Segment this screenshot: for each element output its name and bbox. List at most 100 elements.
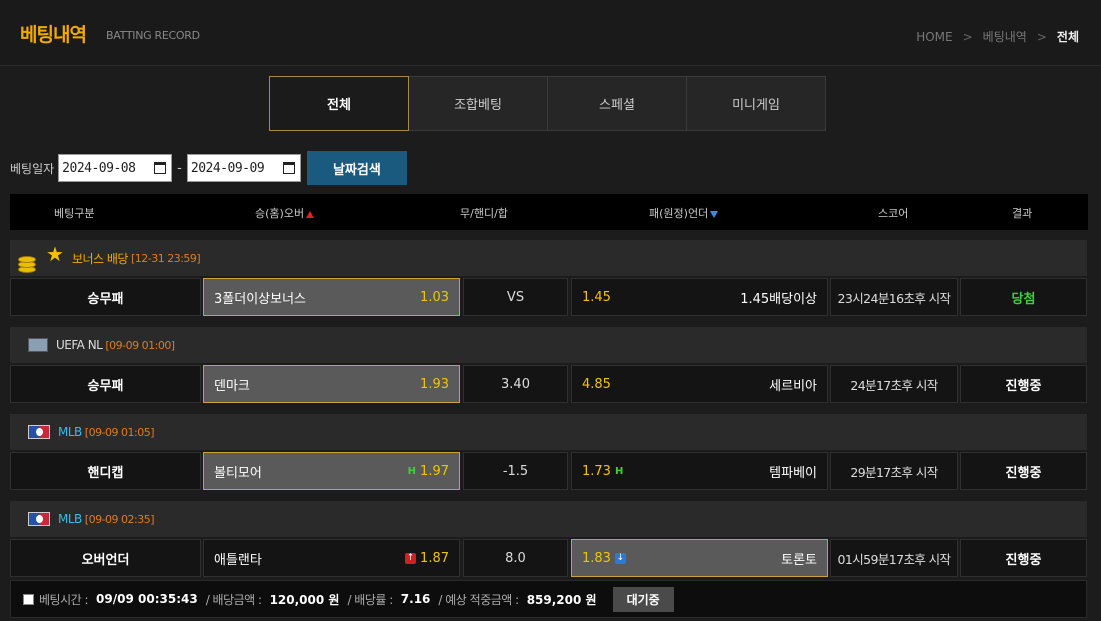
league-date: [09-09 01:05] xyxy=(84,425,155,439)
away-odds: 1.73 xyxy=(582,463,611,479)
breadcrumb: HOME > 베팅내역 > 전체 xyxy=(916,28,1079,45)
away-pick: 1.45 1.45배당이상 xyxy=(571,278,828,316)
bet-type: 오버언더 xyxy=(10,539,201,577)
star-icon: ★ xyxy=(46,242,64,266)
draw-value: -1.5 xyxy=(463,452,568,490)
result-badge: 당첨 xyxy=(960,278,1087,316)
bet-time: 09/09 00:35:43 xyxy=(96,592,198,606)
away-odds: 4.85 xyxy=(582,376,611,392)
draw-value: VS xyxy=(463,278,568,316)
calendar-icon[interactable] xyxy=(282,162,295,174)
bet-type: 핸디캡 xyxy=(10,452,201,490)
table-header: 베팅구분 승(홈)오버 무/핸디/합 패(원정)언더 스코어 결과 xyxy=(10,194,1088,230)
away-odds: 1.45 xyxy=(582,289,611,305)
date-from-input[interactable]: 2024-09-08 xyxy=(58,154,173,182)
date-label: 베팅일자 xyxy=(10,161,55,176)
home-team: 볼티모어 xyxy=(214,465,262,481)
breadcrumb-current: 전체 xyxy=(1056,30,1079,44)
score: 29분17초후 시작 xyxy=(830,452,958,490)
away-team: 템파베이 xyxy=(769,465,817,481)
home-odds: 1.93 xyxy=(420,376,449,392)
bet-type: 승무패 xyxy=(10,365,201,403)
away-pick: 1.83 ↓ 토론토 xyxy=(571,539,828,577)
away-odds: 1.83 xyxy=(582,550,611,566)
bet-type: 승무패 xyxy=(10,278,201,316)
league-date: [09-09 01:00] xyxy=(105,338,175,352)
page-subtitle: BATTING RECORD xyxy=(106,29,200,42)
coins-icon xyxy=(16,250,44,278)
home-team: 애틀랜타 xyxy=(214,552,262,568)
bet-amount: 120,000 원 xyxy=(269,592,340,607)
result-badge: 진행중 xyxy=(960,539,1087,577)
away-team: 1.45배당이상 xyxy=(740,291,817,307)
home-odds: 1.03 xyxy=(420,289,449,305)
table-row: 승무패 덴마크 1.93 3.40 4.85 세르비아 24분17초후 시작 진… xyxy=(10,365,1087,403)
col-score: 스코어 xyxy=(878,207,909,220)
league-name: UEFA NL xyxy=(56,338,103,352)
table-row: 승무패 3폴더이상보너스 1.03 VS 1.45 1.45배당이상 23시24… xyxy=(10,278,1087,316)
sort-up-icon xyxy=(306,210,315,218)
league-header: MLB [09-09 01:05] xyxy=(10,414,1087,450)
score: 23시24분16초후 시작 xyxy=(830,278,958,316)
date-from-value: 2024-09-08 xyxy=(62,160,136,176)
calendar-icon[interactable] xyxy=(154,162,167,174)
home-pick: 애틀랜타 ↑ 1.87 xyxy=(203,539,460,577)
breadcrumb-home[interactable]: HOME xyxy=(916,30,952,44)
uefa-flag-icon xyxy=(28,338,48,352)
col-away[interactable]: 패(원정)언더 xyxy=(649,205,719,221)
date-to-input[interactable]: 2024-09-09 xyxy=(186,154,301,182)
mlb-flag-icon xyxy=(28,425,50,439)
sort-down-icon xyxy=(710,210,719,218)
page-header: 베팅내역 BATTING RECORD HOME > 베팅내역 > 전체 xyxy=(0,0,1101,66)
tab-special[interactable]: 스페셜 xyxy=(547,76,687,131)
league-name: 보너스 배당 xyxy=(71,251,129,266)
arrow-up-icon: ↑ xyxy=(405,552,417,564)
col-away-label: 패(원정)언더 xyxy=(649,207,709,220)
col-home-label: 승(홈)오버 xyxy=(255,207,305,220)
page-title: 베팅내역 xyxy=(20,24,87,46)
breadcrumb-betting[interactable]: 베팅내역 xyxy=(983,28,1027,45)
col-draw: 무/핸디/합 xyxy=(460,207,508,220)
col-bet-type: 베팅구분 xyxy=(54,207,95,220)
away-team: 세르비아 xyxy=(769,378,817,394)
score: 01시59분17초후 시작 xyxy=(830,539,958,577)
arrow-down-icon: ↓ xyxy=(614,552,626,564)
tab-combo[interactable]: 조합베팅 xyxy=(408,76,548,131)
away-pick: 4.85 세르비아 xyxy=(571,365,828,403)
home-odds: 1.97 xyxy=(420,463,449,479)
date-to-value: 2024-09-09 xyxy=(190,160,265,176)
date-filter: 베팅일자 2024-09-08 - 2024-09-09 날짜검색 xyxy=(10,151,407,185)
home-pick: 덴마크 1.93 xyxy=(203,365,460,403)
bet-time-label: 베팅시간 : xyxy=(39,592,89,607)
league-date: [09-09 02:35] xyxy=(84,512,155,526)
away-pick: 1.73 H 템파베이 xyxy=(571,452,828,490)
score: 24분17초후 시작 xyxy=(830,365,958,403)
league-name: MLB xyxy=(58,425,82,439)
home-odds: 1.87 xyxy=(420,550,449,566)
result-badge: 진행중 xyxy=(960,365,1087,403)
league-header: UEFA NL [09-09 01:00] xyxy=(10,327,1087,363)
expected-amount: 859,200 원 xyxy=(526,592,597,607)
bet-amount-label: / 배당금액 : xyxy=(205,592,262,607)
table-row: 오버언더 애틀랜타 ↑ 1.87 8.0 1.83 ↓ 토론토 01시59분17초후… xyxy=(10,539,1087,577)
bet-rate-label: / 배당률 : xyxy=(347,592,393,607)
handicap-mark: H xyxy=(407,465,417,477)
table-row: 핸디캡 볼티모어 H 1.97 -1.5 1.73 H 템파베이 29분17초후 시… xyxy=(10,452,1087,490)
expected-label: / 예상 적중금액 : xyxy=(438,592,519,607)
home-team: 덴마크 xyxy=(214,378,250,394)
chevron-right-icon: > xyxy=(1036,29,1047,44)
tab-all[interactable]: 전체 xyxy=(269,76,409,131)
select-checkbox[interactable] xyxy=(23,593,34,605)
chevron-right-icon: > xyxy=(962,29,973,44)
draw-value: 8.0 xyxy=(463,539,568,577)
tab-minigame[interactable]: 미니게임 xyxy=(686,76,826,131)
home-pick: 3폴더이상보너스 1.03 xyxy=(203,278,460,316)
date-search-button[interactable]: 날짜검색 xyxy=(306,151,407,185)
league-header: ★ 보너스 배당 [12-31 23:59] xyxy=(10,240,1087,276)
date-range-dash: - xyxy=(177,160,182,176)
bet-rate: 7.16 xyxy=(400,592,431,606)
league-header: MLB [09-09 02:35] xyxy=(10,501,1087,537)
away-team: 토론토 xyxy=(781,552,817,568)
col-home[interactable]: 승(홈)오버 xyxy=(255,205,315,221)
home-team: 3폴더이상보너스 xyxy=(214,291,306,307)
